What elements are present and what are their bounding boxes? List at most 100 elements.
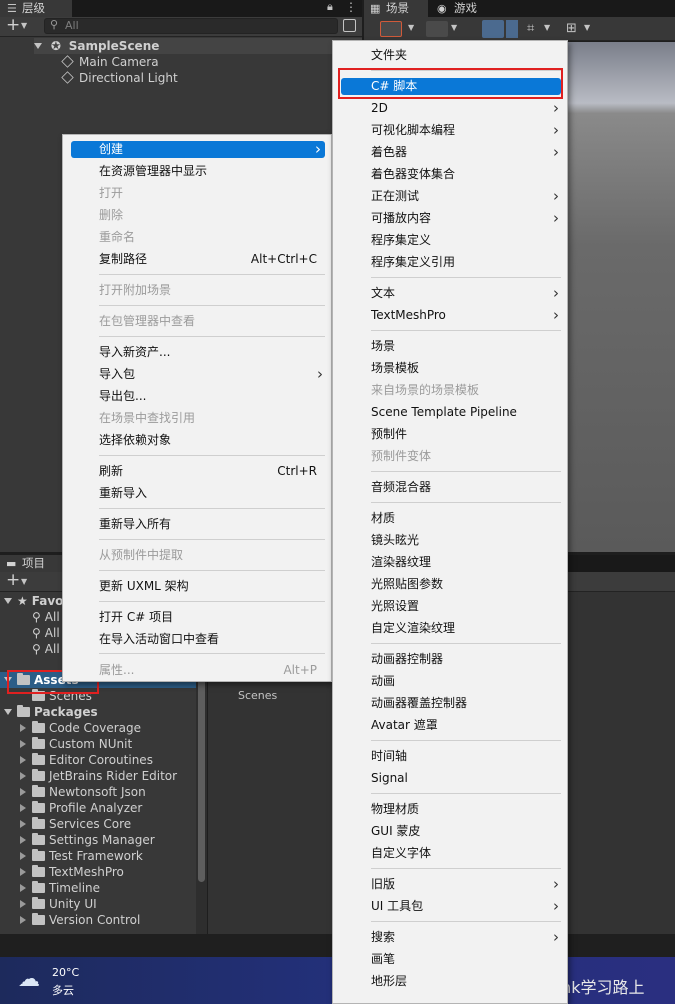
menu-item[interactable]: 导出包... (99, 386, 317, 406)
project-add-dropdown-icon[interactable]: ▼ (21, 577, 27, 586)
menu-item[interactable]: TextMeshPro › (371, 305, 559, 325)
menu-item[interactable]: GUI 蒙皮 (371, 821, 553, 841)
expand-icon[interactable] (20, 804, 26, 812)
menu-item[interactable]: 2D › (371, 98, 559, 118)
menu-item[interactable]: 重新导入 (99, 483, 317, 503)
menu-item[interactable]: 自定义字体 (371, 843, 553, 863)
menu-item[interactable]: Signal (371, 768, 553, 788)
package-item[interactable]: JetBrains Rider Editor (20, 768, 177, 784)
menu-item[interactable]: 文本 › (371, 283, 559, 303)
menu-item[interactable]: 旧版 › (371, 874, 559, 894)
favorite-item[interactable]: ⚲ All (32, 625, 60, 641)
menu-item[interactable]: 预制件 (371, 424, 553, 444)
favorites-row[interactable]: ★ Favo (4, 593, 63, 609)
project-content-item[interactable]: Scenes (238, 689, 277, 702)
menu-item[interactable]: 自定义渲染纹理 (371, 618, 553, 638)
menu-item[interactable]: 打开 C# 项目 (99, 607, 317, 627)
menu-item[interactable]: 在资源管理器中显示 (99, 161, 317, 181)
expand-icon[interactable] (4, 598, 12, 604)
expand-icon[interactable] (4, 709, 12, 715)
tab-game[interactable]: ◉ 游戏 (432, 0, 496, 17)
hierarchy-item[interactable]: Directional Light (61, 70, 178, 86)
grid-snap-icon[interactable] (482, 20, 504, 38)
menu-item[interactable]: 正在测试 › (371, 186, 559, 206)
menu-item[interactable]: 更新 UXML 架构 (99, 576, 317, 596)
menu-item[interactable]: 文件夹 (371, 45, 553, 65)
menu-item[interactable]: 搜索 › (371, 927, 559, 947)
package-item[interactable]: TextMeshPro (20, 864, 124, 880)
expand-icon[interactable] (20, 740, 26, 748)
ruler-dropdown-icon[interactable]: ▼ (584, 23, 590, 32)
expand-icon[interactable] (20, 852, 26, 860)
menu-item[interactable]: 程序集定义引用 (371, 252, 553, 272)
menu-item[interactable]: 选择依赖对象 (99, 430, 317, 450)
expand-icon[interactable] (20, 756, 26, 764)
package-item[interactable]: Services Core (20, 816, 131, 832)
snap-dropdown-icon[interactable]: ▼ (544, 23, 550, 32)
add-icon[interactable]: + (6, 15, 20, 35)
menu-item[interactable]: UI 工具包 › (371, 896, 559, 916)
package-item[interactable]: Version Control (20, 912, 140, 928)
snap-icon[interactable]: ⌗ (527, 21, 534, 36)
expand-icon[interactable] (34, 43, 42, 49)
expand-icon[interactable] (20, 836, 26, 844)
scene-picker-icon[interactable] (343, 19, 356, 32)
menu-item[interactable]: 渲染器纹理 (371, 552, 553, 572)
menu-item[interactable]: 可播放内容 › (371, 208, 559, 228)
menu-item[interactable]: 在导入活动窗口中查看 (99, 629, 317, 649)
package-item[interactable]: Settings Manager (20, 832, 155, 848)
package-item[interactable]: Newtonsoft Json (20, 784, 146, 800)
add-dropdown-icon[interactable]: ▼ (21, 21, 27, 30)
menu-item[interactable]: 创建 › (71, 141, 325, 158)
package-item[interactable]: Unity UI (20, 896, 97, 912)
ruler-icon[interactable]: ⊞ (566, 21, 577, 36)
menu-item[interactable]: 光照设置 (371, 596, 553, 616)
expand-icon[interactable] (20, 820, 26, 828)
scene-row[interactable]: ✪ SampleScene (34, 38, 362, 54)
lock-icon[interactable]: 🔒︎ (327, 0, 333, 14)
menu-item[interactable]: 场景 (371, 336, 553, 356)
menu-item[interactable]: 镜头眩光 (371, 530, 553, 550)
favorite-item[interactable]: ⚲ All (32, 641, 60, 657)
menu-item[interactable]: 导入包 › (99, 364, 323, 384)
grid-dropdown-icon[interactable] (506, 20, 518, 38)
menu-item[interactable]: 复制路径 Alt+Ctrl+C (99, 249, 317, 269)
menu-item[interactable]: 画笔 (371, 949, 553, 969)
menu-item[interactable]: 音频混合器 (371, 477, 553, 497)
menu-item[interactable]: 物理材质 (371, 799, 553, 819)
expand-icon[interactable] (20, 900, 26, 908)
menu-item[interactable]: 可视化脚本编程 › (371, 120, 559, 140)
expand-icon[interactable] (20, 788, 26, 796)
menu-item[interactable]: 程序集定义 (371, 230, 553, 250)
menu-item[interactable]: 动画 (371, 671, 553, 691)
menu-item[interactable]: Scene Template Pipeline (371, 402, 553, 422)
menu-item[interactable]: 刷新 Ctrl+R (99, 461, 317, 481)
package-item[interactable]: Timeline (20, 880, 100, 896)
package-item[interactable]: Profile Analyzer (20, 800, 142, 816)
render-mode-icon[interactable] (426, 21, 448, 37)
favorite-item[interactable]: ⚲ All (32, 609, 60, 625)
more-options-icon[interactable]: ⋮ (345, 0, 357, 14)
menu-item[interactable]: 重新导入所有 (99, 514, 317, 534)
menu-item[interactable]: 动画器控制器 (371, 649, 553, 669)
tab-scene[interactable]: ▦ 场景 (364, 0, 428, 17)
menu-item[interactable]: 时间轴 (371, 746, 553, 766)
package-item[interactable]: Custom NUnit (20, 736, 132, 752)
draw-mode-dropdown-icon[interactable]: ▼ (408, 23, 414, 32)
draw-mode-icon[interactable] (380, 21, 402, 37)
package-item[interactable]: Test Framework (20, 848, 143, 864)
package-item[interactable]: Editor Coroutines (20, 752, 153, 768)
expand-icon[interactable] (20, 772, 26, 780)
expand-icon[interactable] (20, 724, 26, 732)
expand-icon[interactable] (20, 868, 26, 876)
expand-icon[interactable] (20, 884, 26, 892)
project-add-icon[interactable]: + (6, 570, 20, 590)
expand-icon[interactable] (20, 916, 26, 924)
menu-item[interactable]: 场景模板 (371, 358, 553, 378)
menu-item[interactable]: 光照贴图参数 (371, 574, 553, 594)
packages-row[interactable]: Packages (4, 704, 98, 720)
package-item[interactable]: Code Coverage (20, 720, 141, 736)
menu-item[interactable]: 材质 (371, 508, 553, 528)
menu-item[interactable]: 着色器变体集合 (371, 164, 553, 184)
render-mode-dropdown-icon[interactable]: ▼ (451, 23, 457, 32)
